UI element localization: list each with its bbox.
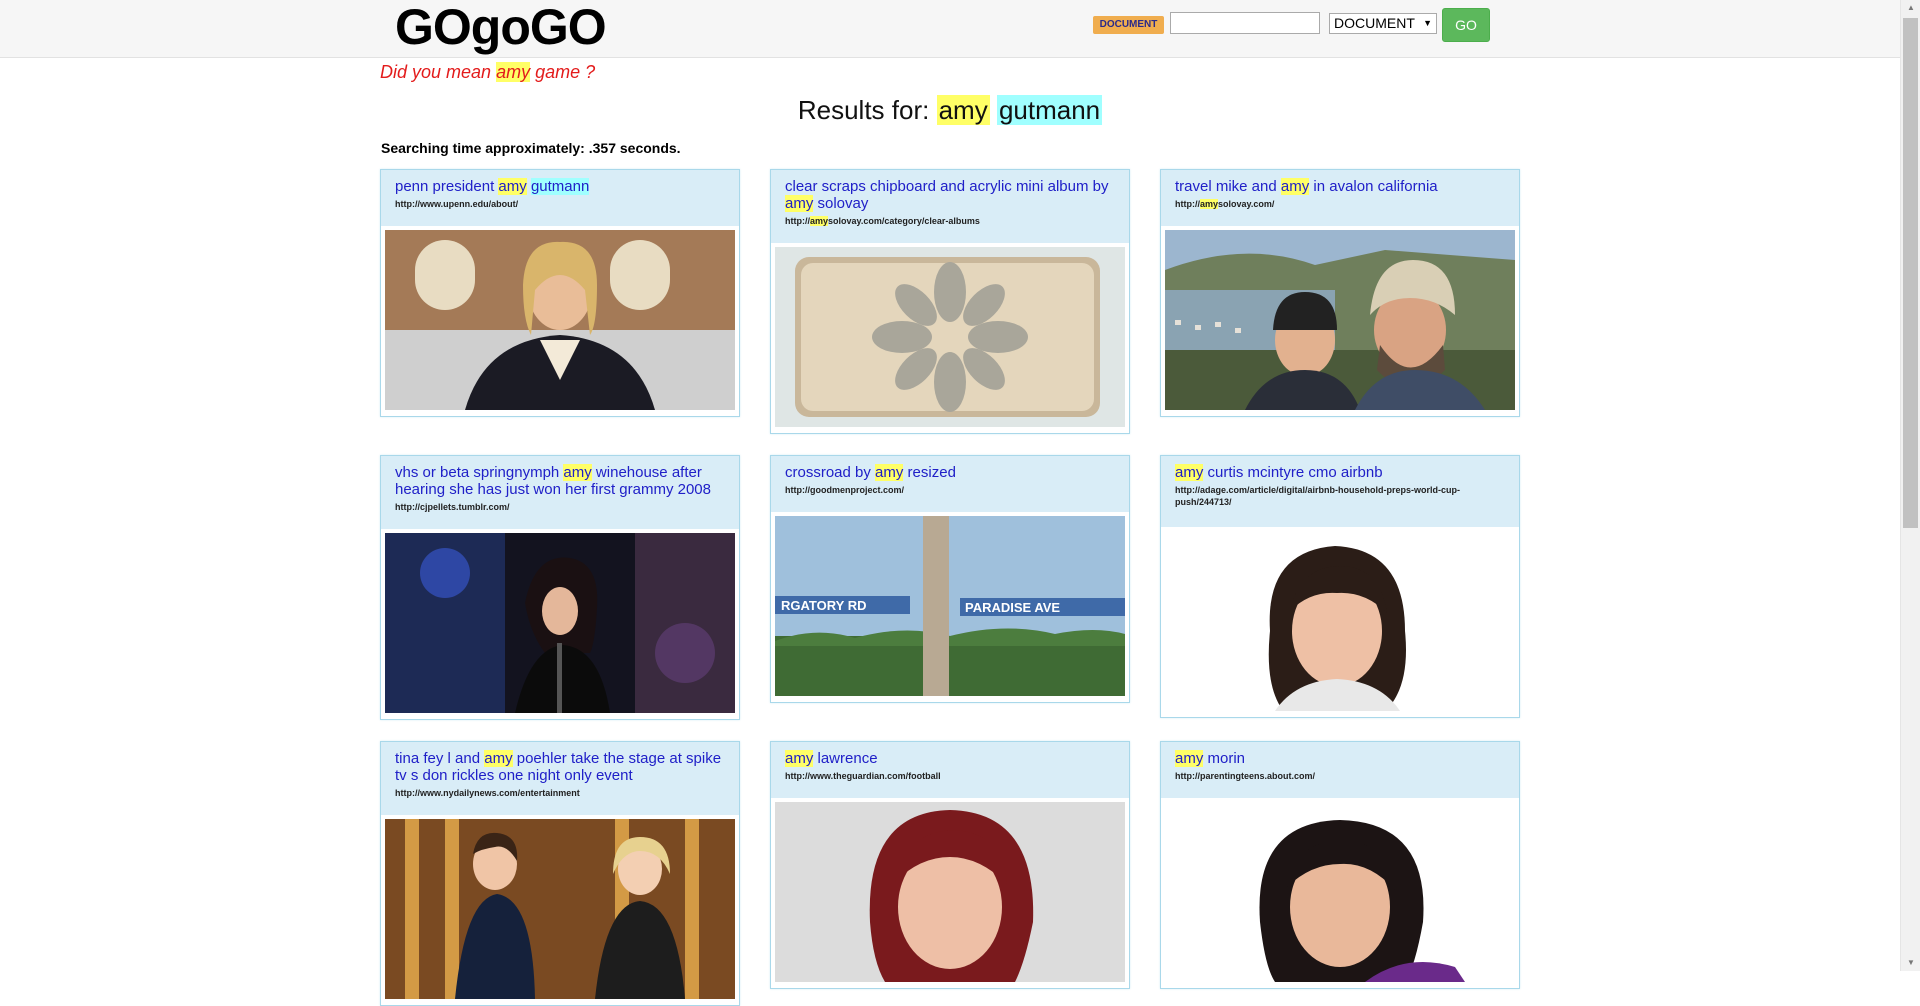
- sign-left-text: RGATORY RD: [781, 598, 866, 613]
- result-card-header: crossroad by amy resized http://goodmenp…: [771, 456, 1129, 512]
- scrollbar-thumb[interactable]: [1903, 18, 1918, 528]
- go-button[interactable]: GO: [1442, 8, 1490, 42]
- result-card: travel mike and amy in avalon california…: [1160, 169, 1520, 417]
- results-heading-term2: gutmann: [996, 95, 1103, 125]
- results-heading-prefix: Results for:: [797, 95, 937, 125]
- street-sign-image[interactable]: RGATORY RD PARADISE AVE: [775, 516, 1125, 696]
- result-card: amy curtis mcintyre cmo airbnb http://ad…: [1160, 455, 1520, 718]
- result-card: penn president amy gutmann http://www.up…: [380, 169, 740, 417]
- result-card-header: clear scraps chipboard and acrylic mini …: [771, 170, 1129, 243]
- search-type-selected: DOCUMENT: [1334, 15, 1415, 31]
- result-title-link[interactable]: travel mike and amy in avalon california: [1175, 178, 1505, 195]
- suggestion-suffix: game ?: [530, 62, 596, 82]
- result-card-header: travel mike and amy in avalon california…: [1161, 170, 1519, 226]
- result-url[interactable]: http://adage.com/article/digital/airbnb-…: [1175, 484, 1505, 508]
- result-title-link[interactable]: amy lawrence: [785, 750, 1115, 767]
- results-heading-term1: amy: [936, 95, 990, 125]
- result-card-header: amy morin http://parentingteens.about.co…: [1161, 742, 1519, 798]
- result-title-link[interactable]: tina fey l and amy poehler take the stag…: [395, 750, 725, 784]
- top-bar: GOgoGO DOCUMENT DOCUMENT ▼ GO: [0, 0, 1900, 58]
- singer-stage-image[interactable]: [385, 533, 735, 713]
- dropdown-arrow-icon: ▼: [1423, 18, 1432, 28]
- scroll-up-arrow-icon[interactable]: ▲: [1901, 0, 1920, 16]
- search-time: Searching time approximately: .357 secon…: [381, 140, 681, 156]
- suggestion-prefix: Did you mean: [380, 62, 497, 82]
- result-card-header: tina fey l and amy poehler take the stag…: [381, 742, 739, 815]
- result-title-link[interactable]: penn president amy gutmann: [395, 178, 725, 195]
- result-url[interactable]: http://parentingteens.about.com/: [1175, 770, 1505, 782]
- result-card-header: amy lawrence http://www.theguardian.com/…: [771, 742, 1129, 798]
- woman-portrait-image[interactable]: [385, 230, 735, 410]
- result-title-link[interactable]: vhs or beta springnymph amy winehouse af…: [395, 464, 725, 498]
- couple-selfie-image[interactable]: [1165, 230, 1515, 410]
- site-logo[interactable]: GOgoGO: [395, 0, 607, 56]
- result-card: amy morin http://parentingteens.about.co…: [1160, 741, 1520, 989]
- woman-headshot-image[interactable]: [1165, 531, 1515, 711]
- result-card-header: amy curtis mcintyre cmo airbnb http://ad…: [1161, 456, 1519, 527]
- results-heading: Results for: amy gutmann: [0, 95, 1900, 126]
- result-card: clear scraps chipboard and acrylic mini …: [770, 169, 1130, 434]
- result-card-header: penn president amy gutmann http://www.up…: [381, 170, 739, 226]
- flower-album-image[interactable]: [775, 247, 1125, 427]
- result-url[interactable]: http://www.theguardian.com/football: [785, 770, 1115, 782]
- scroll-down-arrow-icon[interactable]: ▼: [1901, 955, 1920, 971]
- search-input[interactable]: [1170, 12, 1320, 34]
- result-url[interactable]: http://amysolovay.com/: [1175, 198, 1505, 210]
- page-scrollbar[interactable]: ▲ ▼: [1900, 0, 1920, 971]
- red-hair-woman-image[interactable]: [775, 802, 1125, 982]
- result-title-link[interactable]: amy curtis mcintyre cmo airbnb: [1175, 464, 1505, 481]
- two-women-stage-image[interactable]: [385, 819, 735, 999]
- search-type-select[interactable]: DOCUMENT ▼: [1329, 13, 1437, 34]
- result-title-link[interactable]: amy morin: [1175, 750, 1505, 767]
- result-card: amy lawrence http://www.theguardian.com/…: [770, 741, 1130, 989]
- suggestion-term: amy: [496, 62, 531, 82]
- did-you-mean[interactable]: Did you mean amy game ?: [380, 62, 595, 83]
- result-title-link[interactable]: clear scraps chipboard and acrylic mini …: [785, 178, 1115, 212]
- result-url[interactable]: http://www.nydailynews.com/entertainment: [395, 787, 725, 799]
- sign-right-text: PARADISE AVE: [965, 600, 1060, 615]
- search-type-badge: DOCUMENT: [1093, 16, 1164, 34]
- result-card: vhs or beta springnymph amy winehouse af…: [380, 455, 740, 720]
- result-url[interactable]: http://amysolovay.com/category/clear-alb…: [785, 215, 1115, 227]
- dark-hair-woman-image[interactable]: [1165, 802, 1515, 982]
- result-title-link[interactable]: crossroad by amy resized: [785, 464, 1115, 481]
- result-card: tina fey l and amy poehler take the stag…: [380, 741, 740, 1006]
- result-url[interactable]: http://cjpellets.tumblr.com/: [395, 501, 725, 513]
- result-card-header: vhs or beta springnymph amy winehouse af…: [381, 456, 739, 529]
- result-url[interactable]: http://goodmenproject.com/: [785, 484, 1115, 496]
- result-card: crossroad by amy resized http://goodmenp…: [770, 455, 1130, 703]
- result-url[interactable]: http://www.upenn.edu/about/: [395, 198, 725, 210]
